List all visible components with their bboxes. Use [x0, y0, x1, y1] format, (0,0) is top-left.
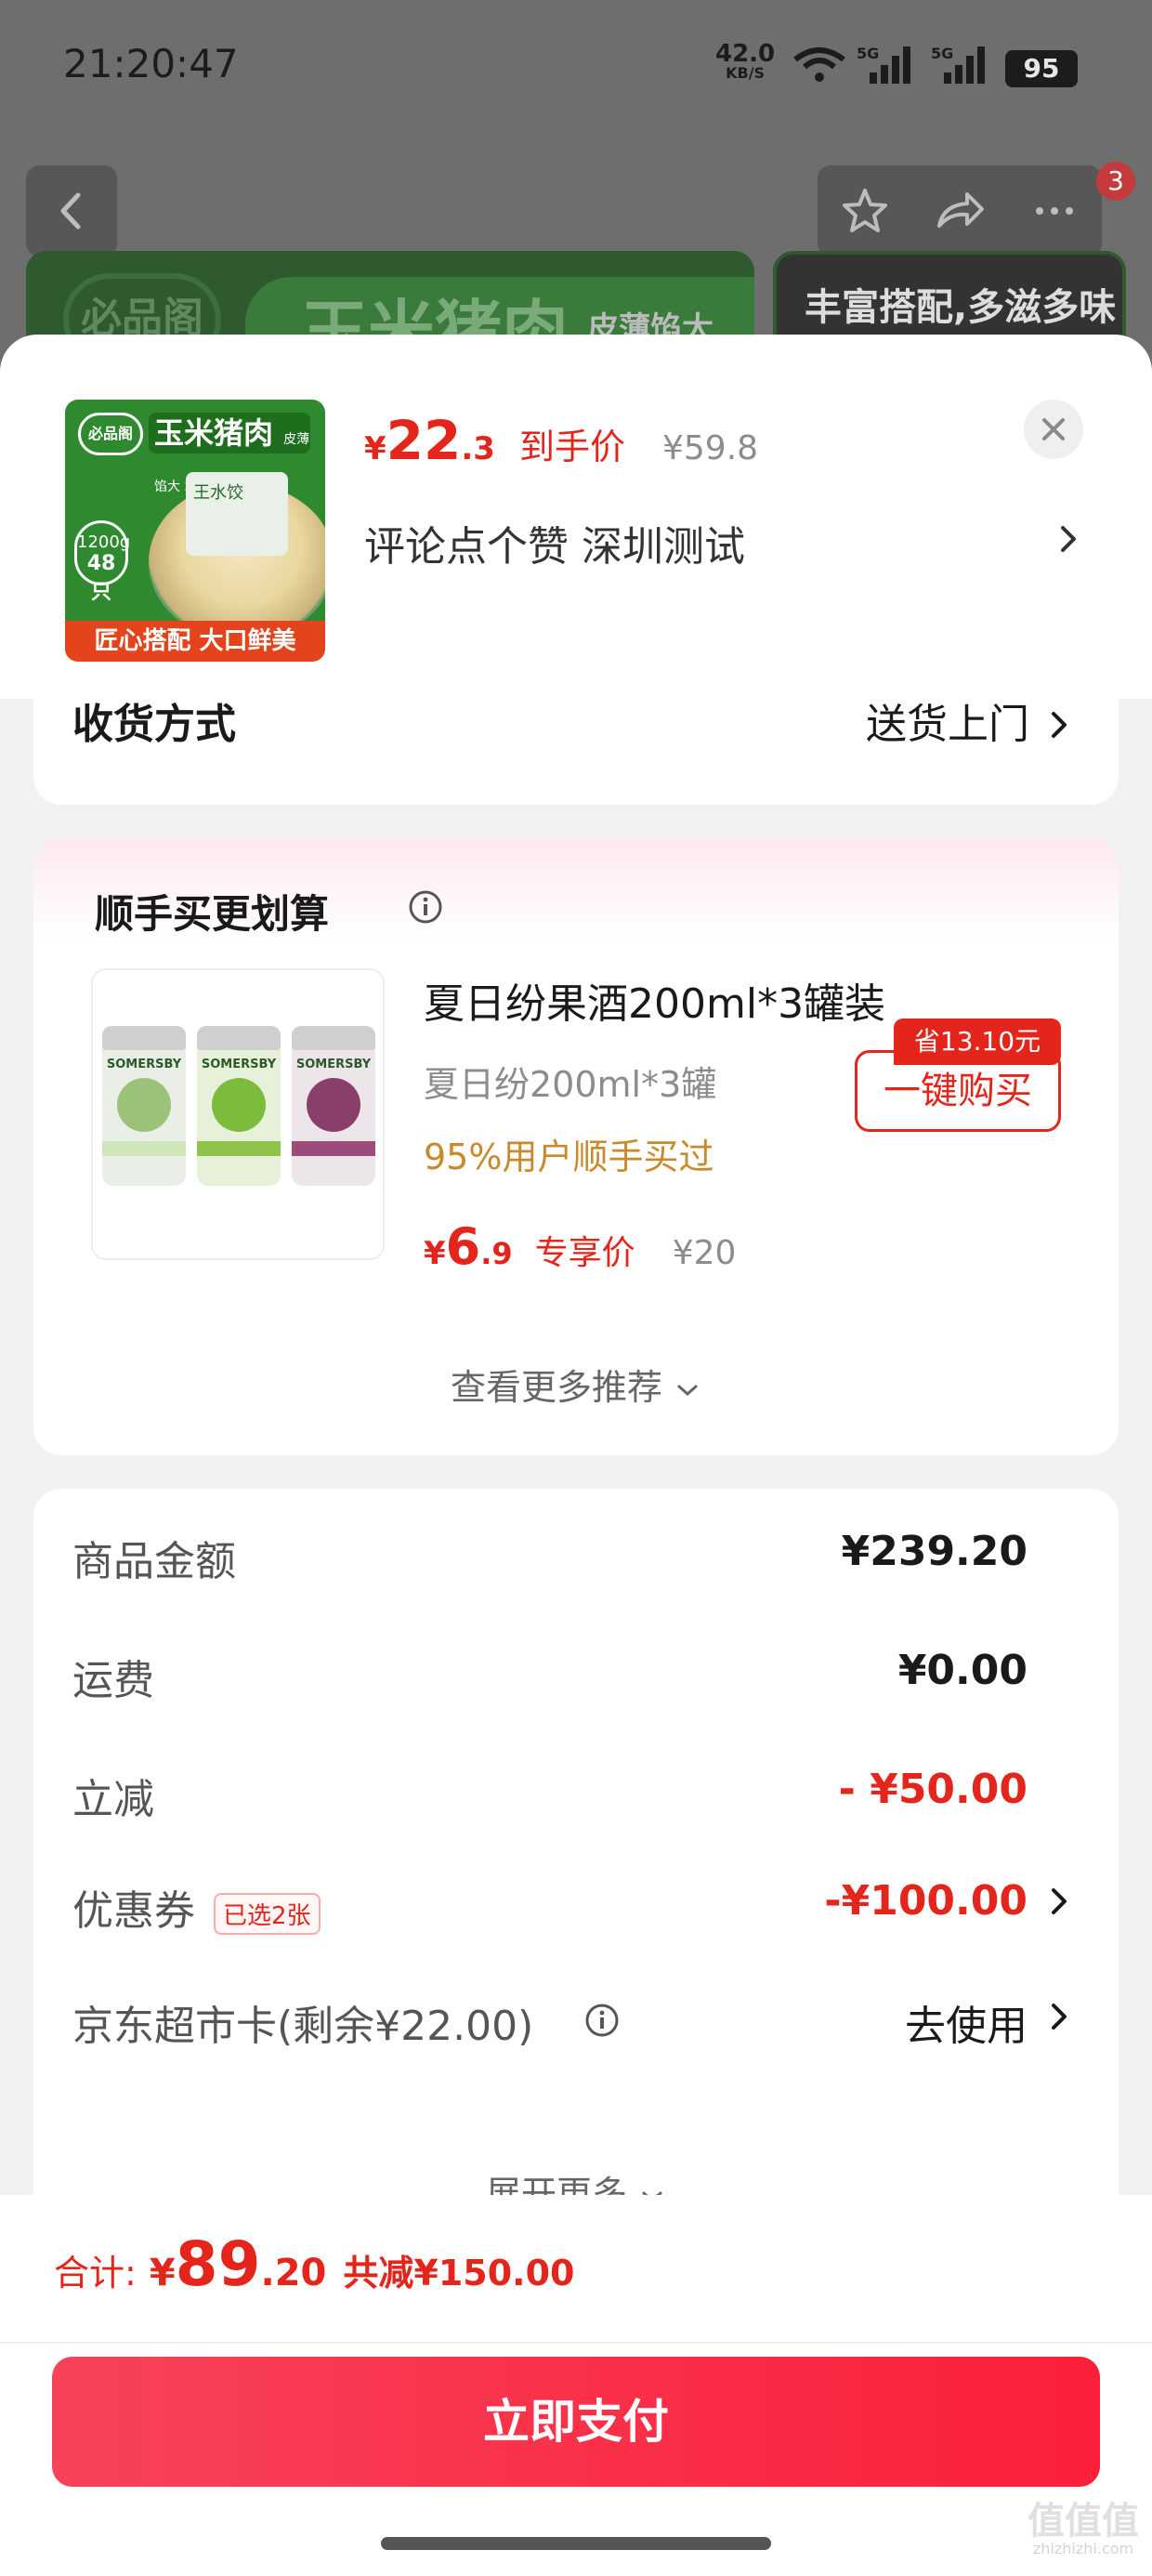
watermark-text: 值值值 — [1028, 2500, 1139, 2543]
thumb-count: 1200g 48只 — [74, 520, 131, 604]
thumb-tag: 玉米猪肉 皮薄馅大 水煮5分钟 — [149, 413, 310, 494]
addon-spec: 夏日纷200ml*3罐 — [424, 1064, 717, 1105]
delivery-method-row[interactable]: 收货方式 送货上门 — [33, 699, 1119, 805]
chevron-right-icon[interactable] — [1046, 1883, 1074, 1920]
more-recommendations[interactable]: 查看更多推荐 — [33, 1359, 1119, 1410]
order-total: 合计: ¥ 89 .20 共减¥150.00 — [54, 2228, 574, 2300]
thumb-weight: 1200g — [77, 532, 131, 552]
more-recommendations-label: 查看更多推荐 — [450, 1367, 662, 1408]
top-actions — [818, 165, 1102, 256]
can-brand: SOMERSBY — [295, 1058, 372, 1071]
divider — [0, 2342, 1152, 2344]
thumb-tag-text: 玉米猪肉 — [154, 415, 274, 451]
addon-original-price: ¥20 — [672, 1234, 737, 1272]
back-button[interactable] — [26, 165, 117, 256]
chevron-down-icon — [677, 1385, 698, 1397]
coupon-badge: 已选2张 — [214, 1892, 321, 1935]
addon-price-integer: 6 — [445, 1217, 481, 1276]
can-image: SOMERSBY — [292, 1026, 375, 1186]
total-decimal: .20 — [260, 2252, 327, 2294]
can-image: SOMERSBY — [197, 1026, 281, 1186]
addon-price-decimal: .9 — [480, 1236, 513, 1271]
chevron-right-icon[interactable] — [1046, 1998, 1074, 2035]
summary-value-subtotal: ¥239.20 — [841, 1528, 1028, 1575]
close-button[interactable] — [1024, 400, 1083, 459]
summary-label-coupon: 优惠券 — [72, 1887, 195, 1935]
thumb-count-value: 48只 — [86, 552, 116, 604]
total-saving: 共减¥150.00 — [343, 2253, 575, 2293]
home-indicator[interactable] — [381, 2537, 771, 2550]
addon-price-symbol: ¥ — [424, 1235, 446, 1272]
more-icon[interactable] — [1027, 183, 1082, 239]
pay-now-button[interactable]: 立即支付 — [52, 2357, 1100, 2487]
thumb-logo: 必品阁 — [78, 413, 143, 455]
star-icon[interactable] — [837, 183, 893, 239]
delivery-label: 收货方式 — [72, 701, 236, 748]
thumb-strip: 匠心搭配 大口鲜美 — [65, 621, 325, 662]
total-symbol: ¥ — [149, 2252, 176, 2294]
cart-badge: 3 — [1096, 162, 1135, 201]
product-spec[interactable]: 评论点个赞 深圳测试 — [364, 513, 745, 572]
save-tag: 省13.10元 — [894, 1019, 1061, 1065]
product-price: ¥ 22 .3 到手价 ¥59.8 — [364, 409, 758, 472]
chevron-left-icon — [60, 192, 81, 230]
can-image: SOMERSBY — [102, 1026, 186, 1186]
price-symbol: ¥ — [364, 430, 386, 467]
summary-value-discount: - ¥50.00 — [838, 1766, 1028, 1813]
addon-name[interactable]: 夏日纷果酒200ml*3罐装 — [424, 970, 885, 1030]
addon-title: 顺手买更划算 — [95, 891, 330, 937]
supermarket-card-label: 京东超市卡(剩余¥22.00) — [72, 2003, 534, 2050]
battery-indicator: 95 — [1005, 50, 1078, 87]
price-tag: 到手价 — [518, 427, 625, 467]
can-brand: SOMERSBY — [106, 1058, 182, 1071]
signal-label: 5G — [931, 45, 954, 62]
status-time: 21:20:47 — [63, 41, 239, 86]
addon-thumbnail[interactable]: SOMERSBY SOMERSBY SOMERSBY — [91, 968, 385, 1260]
addon-price-tag: 专享价 — [534, 1234, 635, 1272]
network-speed: 42.0 KB/S — [715, 42, 775, 82]
sheet-header: 必品阁 玉米猪肉 皮薄馅大 水煮5分钟 王水饺 1200g48只 匠心搭配 大口… — [0, 335, 1152, 699]
wifi-icon — [793, 47, 845, 82]
original-price: ¥59.8 — [661, 429, 759, 467]
price-integer: 22 — [386, 409, 462, 472]
signal-label: 5G — [857, 45, 880, 62]
addon-hint: 95%用户顺手买过 — [424, 1137, 714, 1177]
total-label: 合计: — [54, 2253, 137, 2293]
info-icon[interactable] — [407, 888, 444, 926]
delivery-value: 送货上门 — [866, 701, 1029, 748]
product-thumbnail: 必品阁 玉米猪肉 皮薄馅大 水煮5分钟 王水饺 1200g48只 匠心搭配 大口… — [65, 400, 325, 662]
can-brand: SOMERSBY — [201, 1058, 277, 1071]
signal-icon: 5G — [857, 45, 918, 85]
chevron-right-icon[interactable] — [1052, 520, 1085, 558]
watermark-url: zhizhizhi.com — [1032, 2540, 1134, 2557]
signal-icon: 5G — [931, 45, 992, 85]
info-icon[interactable] — [583, 2002, 621, 2039]
addon-price: ¥ 6 .9 专享价 ¥20 — [424, 1217, 736, 1276]
chevron-right-icon — [1052, 712, 1067, 738]
background-page: 21:20:47 42.0 KB/S 5G 5G 95 3 必品阁 玉米猪肉 皮… — [0, 0, 1152, 372]
coupon-row[interactable]: 优惠券 已选2张 — [72, 1877, 321, 1937]
summary-value-shipping: ¥0.00 — [897, 1647, 1028, 1694]
summary-label-discount: 立减 — [72, 1776, 154, 1823]
thumb-bag: 王水饺 — [186, 472, 288, 556]
share-icon[interactable] — [932, 183, 988, 239]
close-icon — [1042, 418, 1065, 440]
summary-value-coupon[interactable]: -¥100.00 — [824, 1877, 1028, 1925]
status-bar: 21:20:47 42.0 KB/S 5G 5G 95 — [0, 0, 1152, 139]
summary-label-shipping: 运费 — [72, 1657, 154, 1704]
price-decimal: .3 — [461, 430, 495, 467]
use-card-button[interactable]: 去使用 — [905, 1992, 1028, 2052]
watermark: 值值值 zhizhizhi.com — [1018, 2502, 1148, 2557]
addon-recommendation: 顺手买更划算 SOMERSBY SOMERSBY SOMERSBY 夏日纷果酒2… — [33, 838, 1119, 1455]
total-integer: 89 — [175, 2228, 261, 2300]
summary-label-subtotal: 商品金额 — [72, 1538, 236, 1585]
